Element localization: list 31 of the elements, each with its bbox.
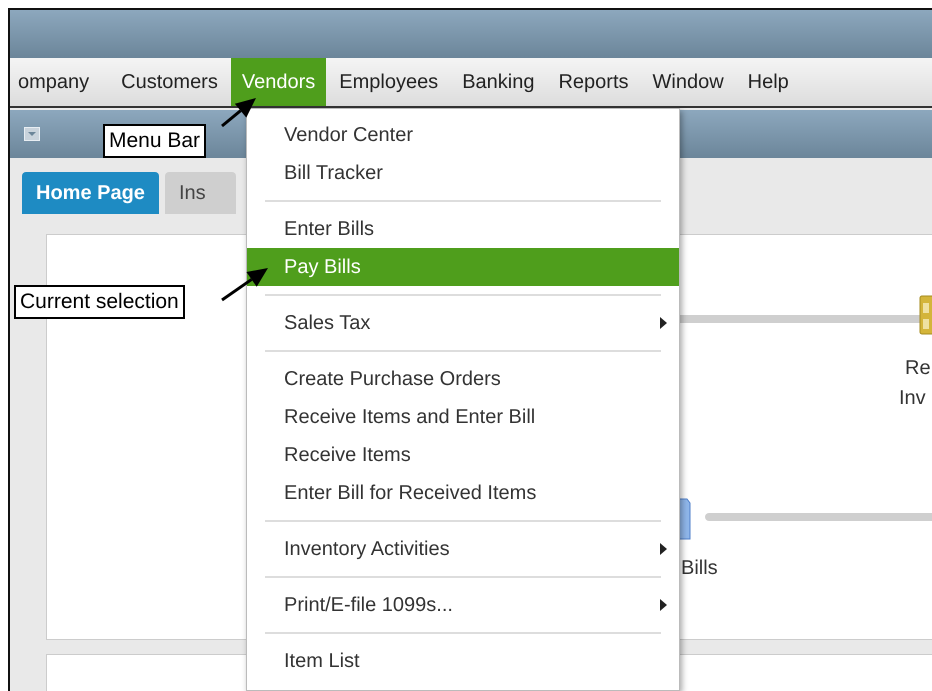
menu-option[interactable]: Enter Bills xyxy=(247,210,679,248)
menu-item[interactable]: Help xyxy=(736,58,800,106)
menu-item[interactable]: Banking xyxy=(451,58,546,106)
submenu-arrow-icon xyxy=(660,599,667,611)
menu-option[interactable]: Print/E-file 1099s... xyxy=(247,586,679,624)
menu-option[interactable]: Bill Tracker xyxy=(247,154,679,192)
workflow-label: Inv xyxy=(899,386,926,411)
menu-option[interactable]: Vendor Center xyxy=(247,116,679,154)
menu-option[interactable]: Inventory Activities xyxy=(247,530,679,568)
menu-item[interactable]: Employees xyxy=(328,58,450,106)
tab[interactable]: Home Page xyxy=(22,172,159,214)
menu-option[interactable]: Create Purchase Orders xyxy=(247,360,679,398)
menu-item[interactable]: ompany xyxy=(7,58,100,106)
workflow-label: Bills xyxy=(681,556,718,581)
menu-option[interactable]: Enter Bill for Received Items xyxy=(247,474,679,512)
menu-item[interactable]: Reports xyxy=(547,58,640,106)
menu-item[interactable]: Customers xyxy=(110,58,229,106)
callout-label: Menu Bar xyxy=(103,124,206,158)
tab[interactable]: Ins xyxy=(164,172,236,214)
arrow xyxy=(221,268,268,302)
workflow-label: Re xyxy=(905,356,931,381)
menu-option[interactable]: Receive Items and Enter Bill xyxy=(247,398,679,436)
submenu-arrow-icon xyxy=(660,543,667,555)
submenu-arrow-icon xyxy=(660,317,667,329)
menu-option[interactable]: Receive Items xyxy=(247,436,679,474)
window-menu-icon[interactable] xyxy=(24,127,40,141)
menu-option[interactable]: Sales Tax xyxy=(247,304,679,342)
arrow xyxy=(221,98,256,128)
menu-item[interactable]: Window xyxy=(642,58,735,106)
menu-option[interactable]: Item List xyxy=(247,642,679,680)
callout-label: Current selection xyxy=(14,285,185,319)
